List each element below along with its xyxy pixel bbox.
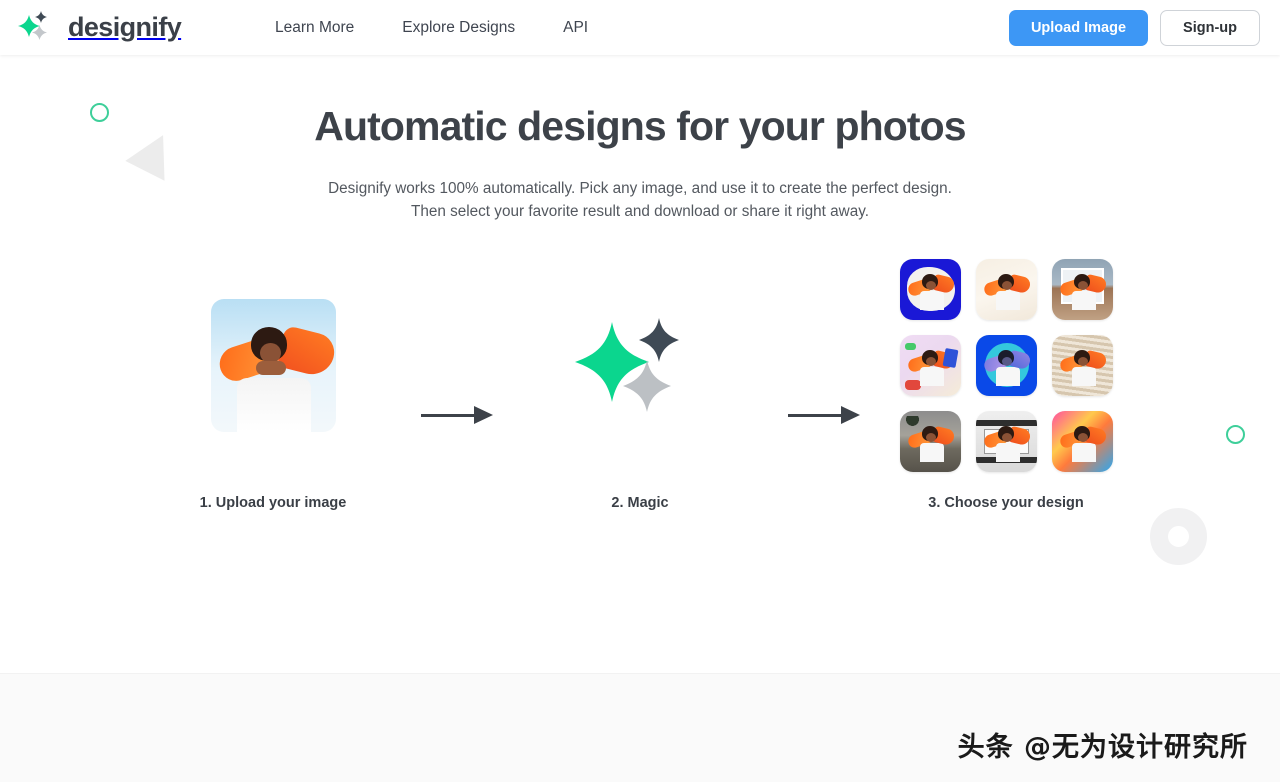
logo-sparkle-gray-icon <box>32 25 47 40</box>
step-magic-label: 2. Magic <box>611 495 669 511</box>
source-photo-thumbnail[interactable] <box>210 298 336 432</box>
hero-section: Automatic designs for your photos Design… <box>0 55 1280 673</box>
tile-figure <box>1058 268 1108 310</box>
nav-link-explore-designs[interactable]: Explore Designs <box>402 19 515 37</box>
step-choose: 3. Choose your design <box>900 245 1113 535</box>
result-tile-striped-tan[interactable] <box>1052 334 1113 396</box>
tile-figure <box>906 420 956 462</box>
tile-figure <box>1058 420 1108 462</box>
logo-sparkle-dark-icon <box>35 11 47 23</box>
photo-face <box>259 342 281 363</box>
result-tile-blue-cutout[interactable] <box>900 258 961 320</box>
step-magic: 2. Magic <box>542 245 738 535</box>
step-choose-label: 3. Choose your design <box>928 495 1084 511</box>
brand-name-text: designify <box>68 11 182 42</box>
magic-sparkles-icon <box>575 308 705 423</box>
arrow-right-icon <box>788 405 860 425</box>
result-tile-cream-gradient[interactable] <box>976 258 1037 320</box>
steps-row: 1. Upload your image 2. Magic 3. Choose … <box>0 245 1280 535</box>
tile-figure <box>906 268 956 310</box>
photo-hands <box>255 360 286 375</box>
nav-link-learn-more[interactable]: Learn More <box>275 19 354 37</box>
step-upload-label: 1. Upload your image <box>199 495 347 511</box>
page-root: designify Learn More Explore Designs API… <box>0 0 1280 782</box>
result-tile-rainbow-gradient[interactable] <box>1052 410 1113 472</box>
footer-band: 头条 @无为设计研究所 <box>0 673 1280 782</box>
nav-link-api[interactable]: API <box>563 19 588 37</box>
signup-button[interactable]: Sign-up <box>1160 9 1260 46</box>
result-tile-beach-frame[interactable] <box>1052 258 1113 320</box>
hero-subtitle-line-1: Designify works 100% automatically. Pick… <box>328 180 952 197</box>
tile-figure <box>1058 344 1108 386</box>
tile-figure <box>982 268 1032 310</box>
tile-sticker-blue-tag <box>942 347 959 368</box>
hero-subtitle-line-2: Then select your favorite result and dow… <box>410 203 869 220</box>
primary-nav: Learn More Explore Designs API <box>275 0 588 55</box>
tile-figure <box>982 344 1032 386</box>
brand-logo-link[interactable]: designify <box>18 7 182 49</box>
hero-subtitle: Designify works 100% automatically. Pick… <box>0 177 1280 223</box>
arrow-head <box>841 406 860 424</box>
result-tile-tropical-dusk[interactable] <box>900 410 961 472</box>
sparkle-logo-icon <box>18 11 58 45</box>
arrow-shaft <box>788 414 844 417</box>
page-title: Automatic designs for your photos <box>314 103 966 149</box>
tile-figure <box>982 420 1032 462</box>
step-magic-visual <box>542 245 738 485</box>
step-choose-visual <box>900 245 1113 485</box>
result-tile-pastel-stickers[interactable] <box>900 334 961 396</box>
arrow-shaft <box>421 414 477 417</box>
result-tile-film-strip[interactable] <box>976 410 1037 472</box>
step-upload: 1. Upload your image <box>175 245 371 535</box>
photo-torso <box>236 377 311 432</box>
result-tile-blue-duotone[interactable] <box>976 334 1037 396</box>
arrow-head <box>474 406 493 424</box>
header-actions: Upload Image Sign-up <box>1008 0 1260 55</box>
step-upload-visual <box>175 245 371 485</box>
site-header: designify Learn More Explore Designs API… <box>0 0 1280 55</box>
results-grid <box>900 258 1113 472</box>
upload-image-button[interactable]: Upload Image <box>1008 9 1149 46</box>
magic-sparkle-gray-icon <box>623 359 671 417</box>
watermark-text: 头条 @无为设计研究所 <box>957 732 1248 763</box>
arrow-right-icon <box>421 405 493 425</box>
